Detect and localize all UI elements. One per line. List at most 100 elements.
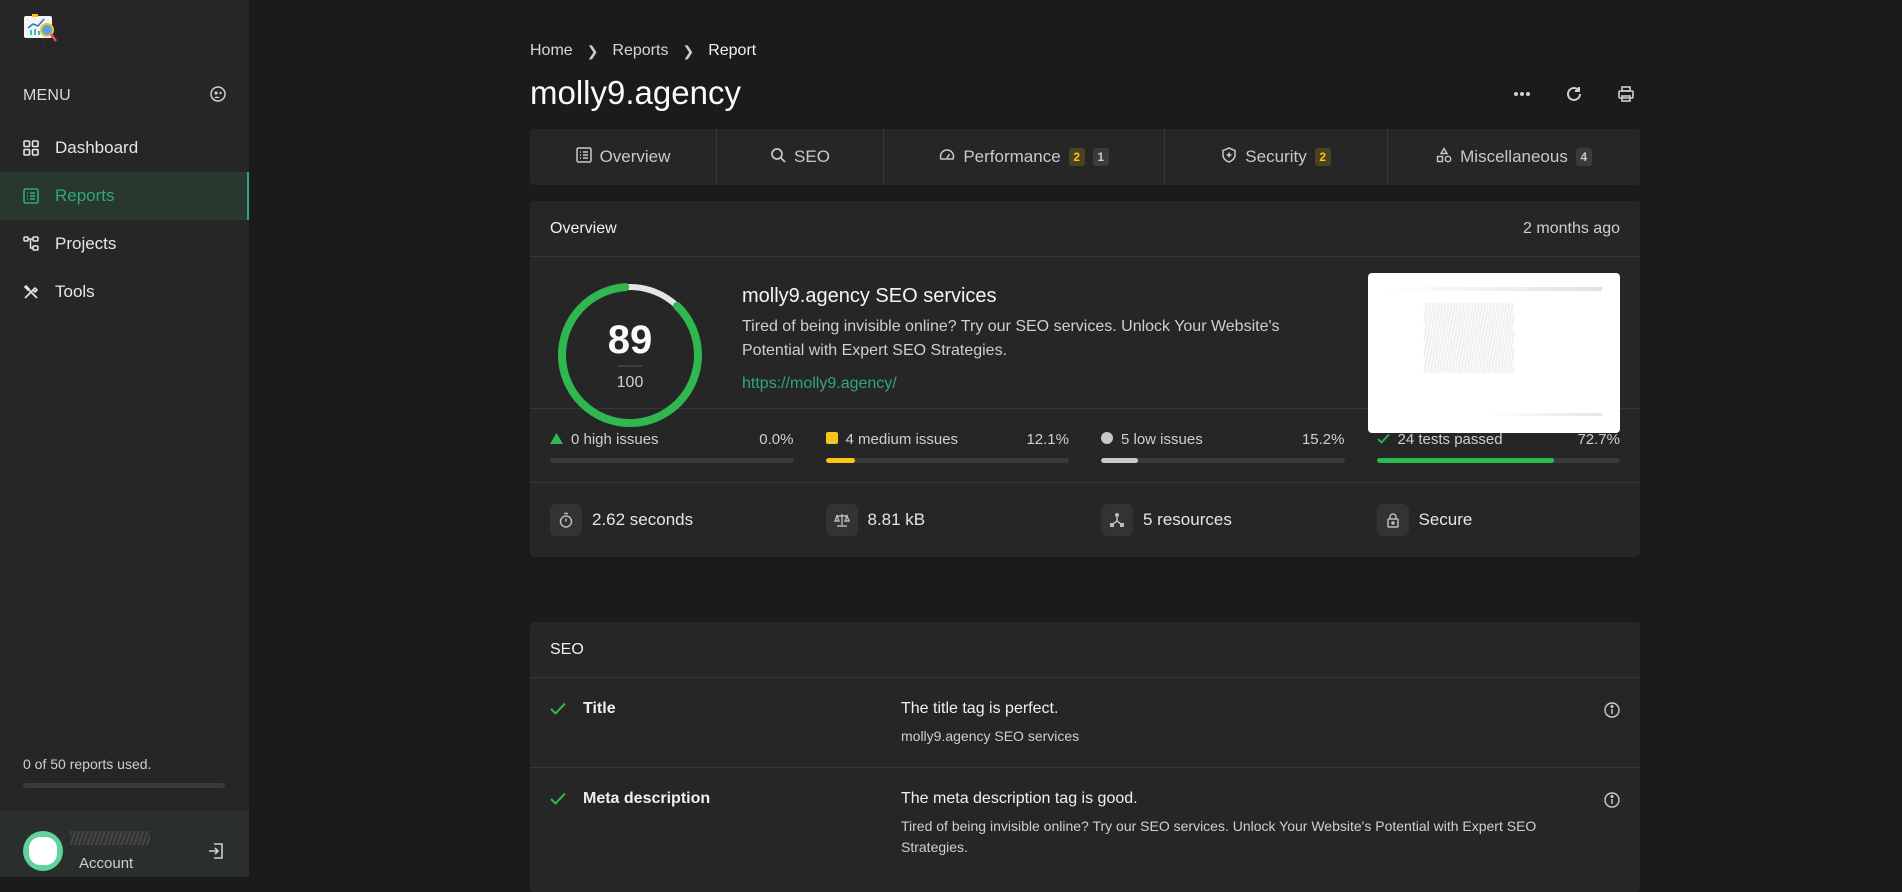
breadcrumb-current: Report: [708, 42, 757, 59]
page-size-stat: 8.81 kB: [825, 483, 1070, 557]
stat-value: Secure: [1418, 510, 1473, 529]
score-max: 100: [617, 374, 644, 391]
check-icon: [1376, 431, 1390, 448]
stat-value: 2.62 seconds: [592, 510, 694, 529]
breadcrumb-reports[interactable]: Reports: [612, 42, 668, 60]
seo-test-name: Title: [583, 700, 616, 717]
issue-progress-fill: [1376, 458, 1554, 463]
info-icon[interactable]: [1604, 702, 1620, 723]
sidebar-item-tools[interactable]: Tools: [0, 268, 249, 316]
tools-icon: [23, 284, 39, 300]
issue-percent: 15.2%: [1301, 431, 1345, 448]
triangle-icon: [550, 431, 563, 448]
medium-issues-badge: 2: [1068, 148, 1085, 166]
seo-header: SEO: [530, 622, 1640, 678]
seo-card: SEO Title The title tag is perfect. moll…: [530, 622, 1640, 892]
sidebar-item-reports[interactable]: Reports: [0, 172, 249, 220]
site-screenshot-thumbnail[interactable]: [1368, 273, 1620, 433]
print-button[interactable]: [1612, 82, 1640, 106]
sidebar-item-dashboard[interactable]: Dashboard: [0, 124, 249, 172]
gauge-icon: [939, 147, 955, 168]
tab-label: Security: [1245, 147, 1307, 166]
overview-summary: 89 100 molly9.agency SEO services Tired …: [530, 257, 1640, 433]
report-tabs: Overview SEO Performance 2 1 Security 2 …: [530, 129, 1640, 185]
resources-stat: 5 resources: [1101, 483, 1345, 557]
site-description: Tired of being invisible online? Try our…: [742, 318, 1280, 359]
usage-text: 0 of 50 reports used.: [23, 756, 152, 772]
lock-icon: [1376, 504, 1409, 536]
site-title: molly9.agency SEO services: [742, 285, 997, 307]
seo-row-meta-description: Meta description The meta description ta…: [530, 768, 1640, 878]
issue-percent: 0.0%: [759, 431, 794, 448]
info-icon[interactable]: [1604, 792, 1620, 813]
list-icon: [23, 188, 39, 204]
seo-test-message: The meta description tag is good.: [901, 790, 1138, 807]
shield-icon: [1221, 146, 1237, 168]
overview-heading: Overview: [550, 219, 617, 237]
tab-security[interactable]: Security 2: [1165, 129, 1388, 185]
search-icon: [770, 147, 786, 168]
tab-miscellaneous[interactable]: Miscellaneous 4: [1388, 129, 1640, 185]
load-time-stat: 2.62 seconds: [550, 483, 794, 557]
issue-progress-bar: [550, 458, 794, 463]
chevron-right-icon: ❯: [682, 42, 695, 59]
seo-test-message: The title tag is perfect.: [901, 700, 1059, 717]
logout-icon[interactable]: [207, 842, 225, 865]
square-icon: [825, 431, 838, 448]
network-icon: [1101, 504, 1133, 536]
site-url-link[interactable]: https://molly9.agency/: [742, 375, 897, 393]
app-logo[interactable]: [22, 12, 64, 48]
account-name-redacted: [70, 831, 150, 845]
low-issues: 5 low issues 15.2%: [1101, 409, 1345, 482]
grid-icon: [23, 140, 39, 156]
stats-summary: 2.62 seconds 8.81 kB 5 resources Secure: [530, 483, 1640, 557]
sidebar: MENU Dashboard Reports Projects Tools 0 …: [0, 0, 249, 877]
seo-row-title: Title The title tag is perfect. molly9.a…: [530, 678, 1640, 768]
tab-performance[interactable]: Performance 2 1: [884, 129, 1165, 185]
issue-progress-fill: [1101, 458, 1138, 463]
medium-issues: 4 medium issues 12.1%: [825, 409, 1069, 482]
report-age: 2 months ago: [1523, 219, 1620, 237]
issue-label: 4 medium issues: [845, 431, 959, 448]
overview-card: Overview 2 months ago 89 100 molly9.agen…: [530, 201, 1640, 557]
list-icon: [575, 146, 592, 168]
issue-label: 5 low issues: [1121, 431, 1203, 448]
sidebar-item-label: Projects: [55, 234, 117, 253]
chevron-right-icon: ❯: [586, 42, 599, 59]
medium-issues-badge: 2: [1314, 148, 1331, 166]
usage-progress-bar: [23, 783, 225, 788]
seo-test-detail: molly9.agency SEO services: [901, 728, 1080, 744]
sidebar-item-projects[interactable]: Projects: [0, 220, 249, 268]
issue-progress-bar: [1376, 458, 1620, 463]
page-title: molly9.agency: [530, 74, 741, 111]
tab-label: SEO: [794, 147, 830, 166]
check-icon: [550, 792, 566, 810]
tab-seo[interactable]: SEO: [717, 129, 884, 185]
security-stat: Secure: [1376, 483, 1621, 557]
low-issues-badge: 1: [1092, 148, 1109, 166]
issue-progress-fill: [825, 458, 855, 463]
sidebar-item-label: Dashboard: [55, 138, 139, 157]
theme-toggle-icon[interactable]: [210, 85, 226, 107]
seo-heading: SEO: [550, 640, 584, 658]
stopwatch-icon: [550, 504, 582, 536]
more-options-button[interactable]: [1508, 82, 1536, 106]
breadcrumb-home[interactable]: Home: [530, 42, 573, 60]
avatar[interactable]: [23, 831, 63, 871]
menu-header: MENU: [23, 85, 226, 107]
score-value: 89: [608, 318, 653, 362]
tab-overview[interactable]: Overview: [530, 129, 717, 185]
refresh-button[interactable]: [1560, 82, 1588, 106]
account-panel[interactable]: Account: [0, 811, 249, 877]
issue-label: 0 high issues: [571, 431, 659, 448]
check-icon: [550, 702, 566, 720]
sidebar-nav: Dashboard Reports Projects Tools: [0, 124, 249, 316]
shapes-icon: [1436, 146, 1452, 168]
stat-value: 8.81 kB: [867, 510, 926, 529]
scale-icon: [825, 504, 858, 536]
tab-label: Overview: [599, 147, 671, 166]
issue-progress-bar: [825, 458, 1069, 463]
seo-test-name: Meta description: [583, 790, 711, 807]
account-label: Account: [79, 855, 134, 872]
menu-label: MENU: [23, 87, 71, 104]
